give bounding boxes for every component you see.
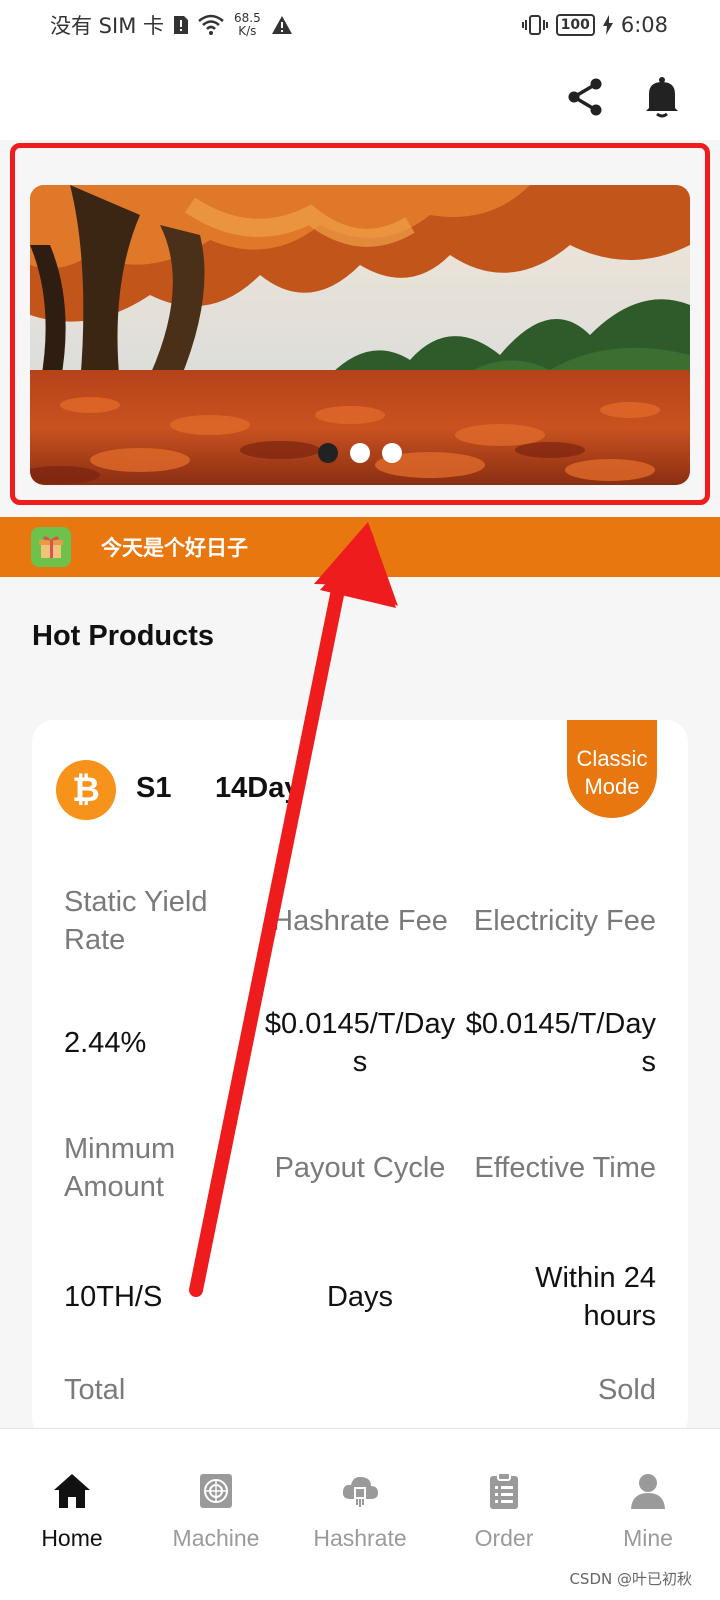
- battery-level: 100: [555, 14, 595, 36]
- mode-badge-line2: Mode: [584, 774, 640, 799]
- section-title: Hot Products: [32, 620, 215, 652]
- product-period: 14Days: [215, 772, 303, 804]
- machine-icon: [200, 1474, 232, 1508]
- clipboard-icon: [490, 1472, 518, 1509]
- bitcoin-icon: ₿: [56, 760, 116, 820]
- warning-icon: [271, 16, 292, 34]
- nav-home[interactable]: Home: [0, 1429, 144, 1600]
- nav-machine[interactable]: Machine: [144, 1429, 288, 1600]
- notice-text: 今天是个好日子: [101, 536, 248, 560]
- label-row-1: Static Yield Rate Hashrate Fee Electrici…: [64, 880, 656, 962]
- value-row-1: 2.44% $0.0145/T/Days $0.0145/T/Days: [64, 980, 656, 1106]
- top-header: [0, 50, 720, 140]
- nav-order-label: Order: [474, 1525, 534, 1551]
- hashrate-fee-value: $0.0145/T/Days: [264, 1008, 456, 1078]
- user-icon: [631, 1474, 665, 1509]
- watermark: CSDN @叶已初秋: [569, 1570, 692, 1588]
- effective-time-value: Within 24 hours: [535, 1262, 656, 1332]
- notice-bar[interactable]: 今天是个好日子: [0, 517, 720, 577]
- minimum-amount-label: Minmum Amount: [64, 1133, 176, 1203]
- gift-icon: [31, 527, 71, 567]
- annotation-highlight-box: [10, 143, 710, 505]
- clock: 6:08: [620, 13, 668, 37]
- sim-alert-icon: [174, 16, 188, 34]
- hashrate-fee-label: Hashrate Fee: [272, 905, 448, 937]
- product-name: S1: [136, 772, 172, 804]
- label-row-2: Minmum Amount Payout Cycle Effective Tim…: [64, 1122, 656, 1214]
- home-icon: [54, 1474, 90, 1508]
- effective-time-label: Effective Time: [474, 1152, 656, 1184]
- sold-label: Sold: [597, 1374, 656, 1406]
- network-speed: 68.5 K/s: [234, 12, 261, 38]
- mode-badge-line1: Classic: [576, 746, 648, 771]
- label-row-3: Total Sold: [64, 1362, 656, 1418]
- bell-icon[interactable]: [643, 76, 681, 118]
- payout-cycle-value: Days: [326, 1281, 394, 1313]
- wifi-icon: [198, 14, 224, 35]
- nav-mine-label: Mine: [623, 1525, 673, 1551]
- value-row-2: 10TH/S Days Within 24 hours: [64, 1232, 656, 1362]
- electricity-fee-value: $0.0145/T/Days: [465, 1008, 656, 1078]
- static-yield-rate-value: 2.44%: [64, 1027, 147, 1059]
- share-icon[interactable]: [566, 78, 604, 116]
- nav-order[interactable]: Order: [432, 1429, 576, 1600]
- product-card[interactable]: ₿ S1 14Days Classic Mode Static Yield Ra…: [32, 720, 688, 1440]
- vibrate-icon: [521, 15, 548, 35]
- minimum-amount-value: 10TH/S: [64, 1281, 163, 1313]
- total-label: Total: [64, 1374, 126, 1406]
- nav-hashrate[interactable]: Hashrate: [288, 1429, 432, 1600]
- status-left: 没有 SIM 卡 68.5 K/s: [50, 10, 293, 40]
- nav-hashrate-label: Hashrate: [313, 1525, 407, 1551]
- product-details: Static Yield Rate Hashrate Fee Electrici…: [64, 880, 656, 1418]
- static-yield-rate-label: Static Yield Rate: [64, 886, 208, 956]
- nav-home-label: Home: [41, 1525, 103, 1551]
- mode-badge: Classic Mode: [567, 720, 657, 818]
- status-bar: 没有 SIM 卡 68.5 K/s 100 6:08: [0, 0, 720, 50]
- status-right: 100 6:08: [521, 13, 668, 37]
- nav-machine-label: Machine: [172, 1525, 260, 1551]
- charging-icon: [602, 15, 613, 35]
- electricity-fee-label: Electricity Fee: [473, 905, 656, 937]
- speed-unit: K/s: [238, 24, 257, 38]
- cloud-chip-icon: [342, 1476, 378, 1507]
- payout-cycle-label: Payout Cycle: [274, 1152, 446, 1184]
- carrier-text: 没有 SIM 卡: [50, 14, 164, 38]
